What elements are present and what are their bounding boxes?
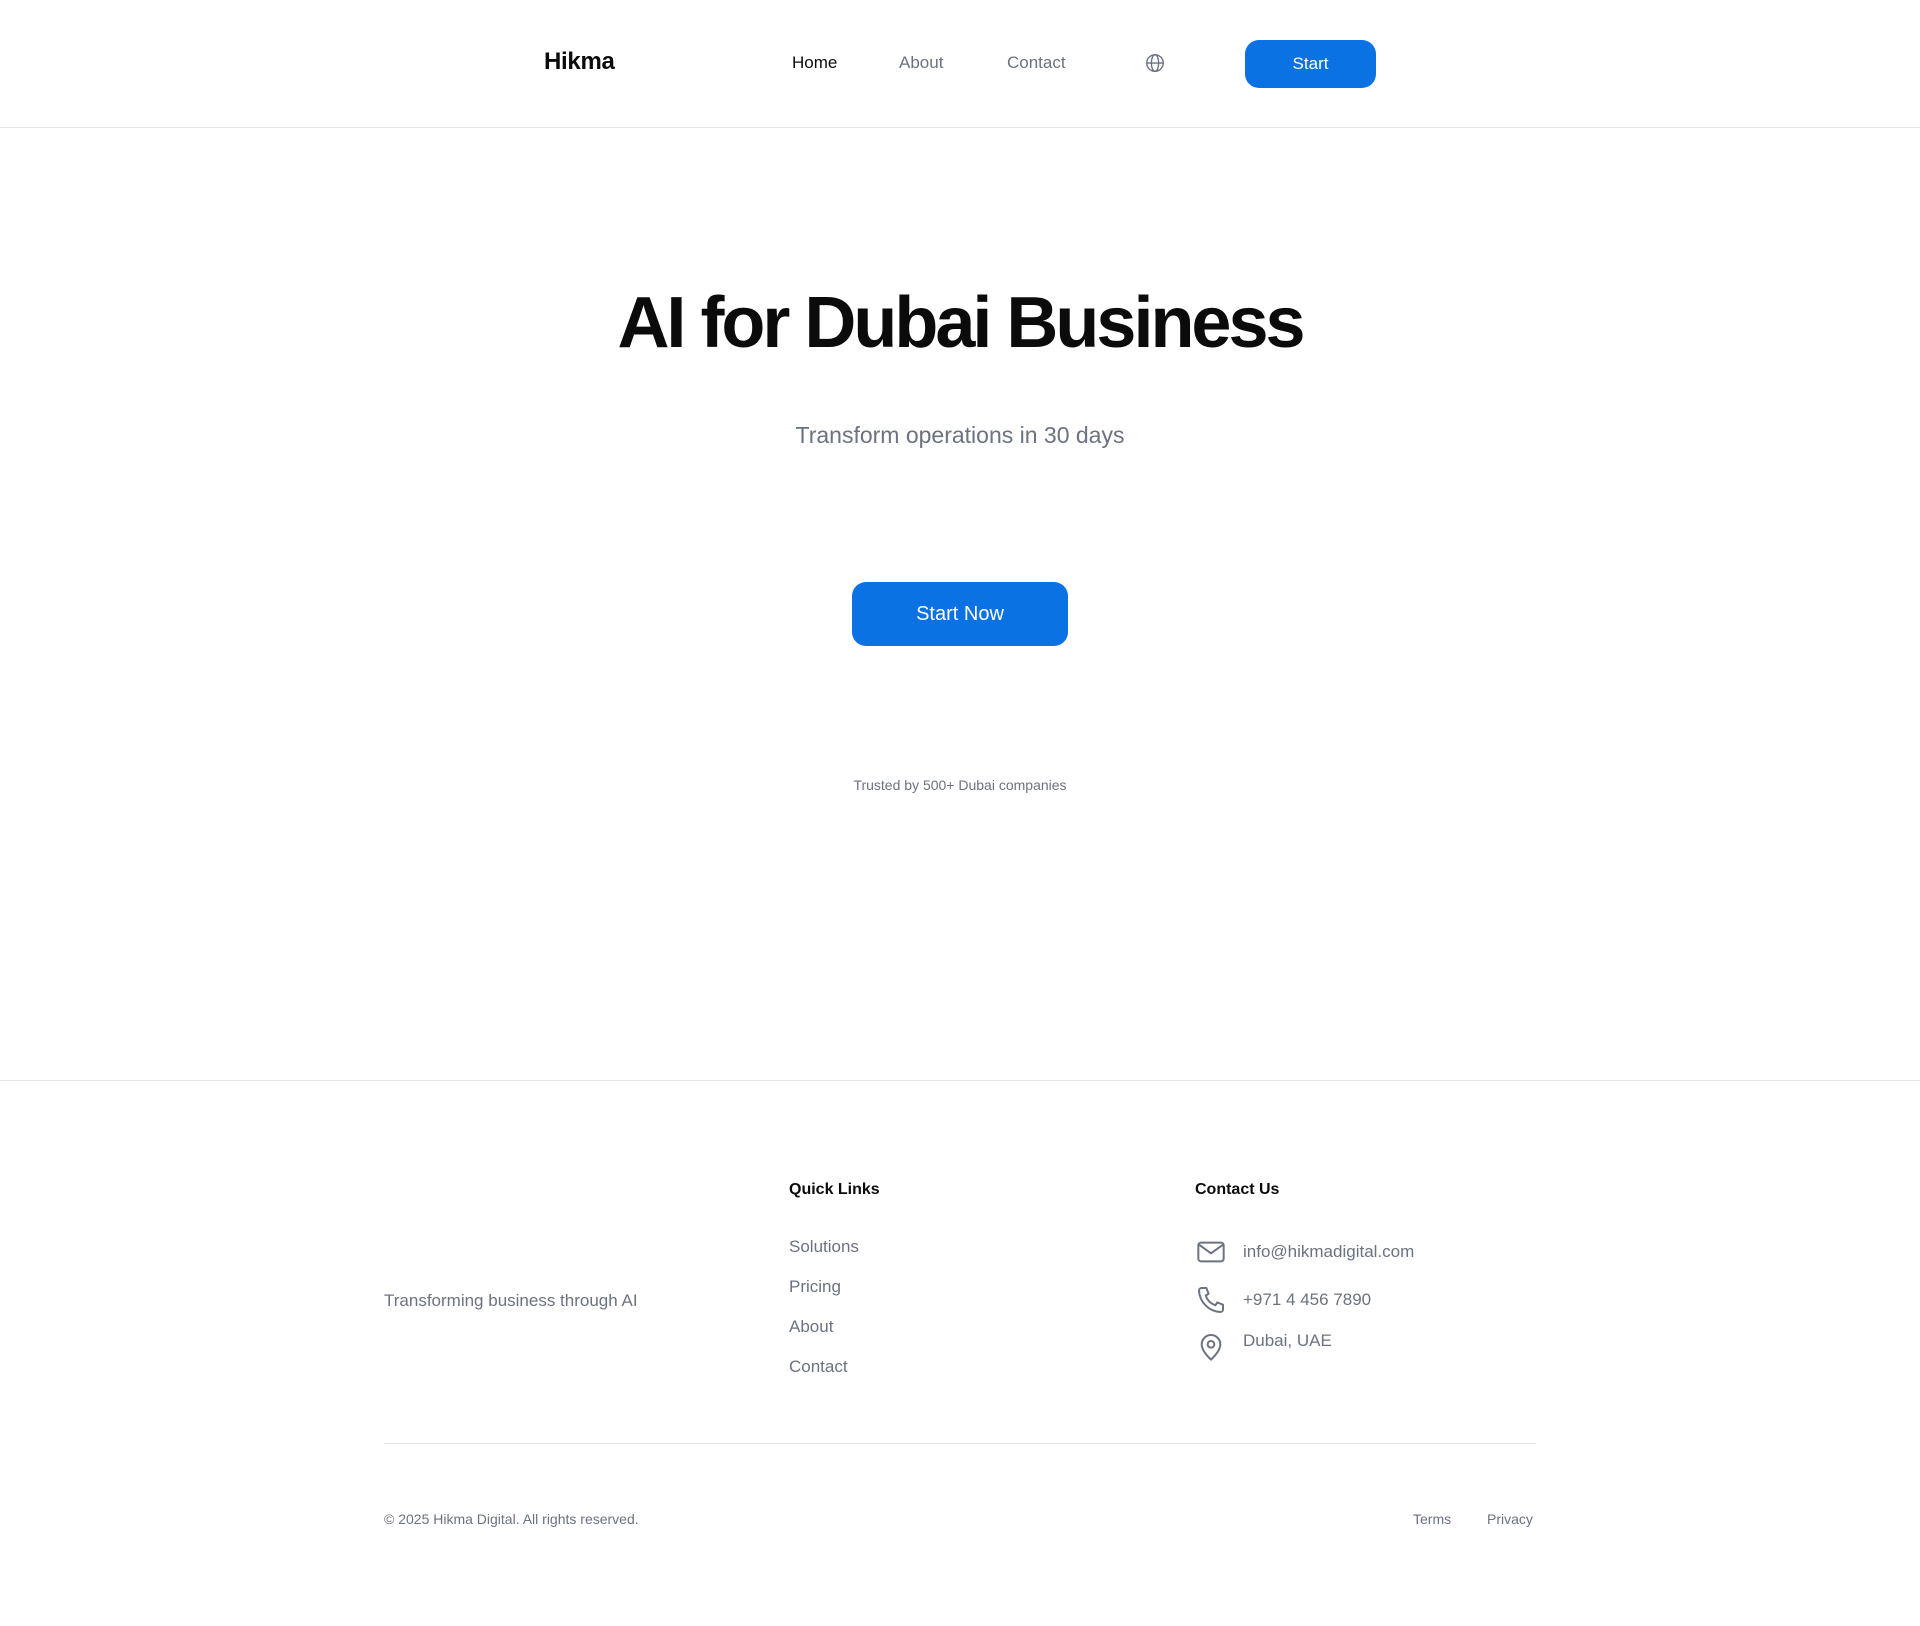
globe-icon[interactable] (1144, 52, 1166, 74)
site-header: Hikma Home About Contact Start (0, 0, 1920, 128)
contact-email: info@hikmadigital.com (1195, 1236, 1414, 1268)
footer-tagline: Transforming business through AI (384, 1291, 638, 1310)
quick-links-list: Solutions Pricing About Contact (789, 1237, 859, 1397)
nav-home[interactable]: Home (792, 53, 837, 73)
contact-phone: +971 4 456 7890 (1195, 1284, 1371, 1316)
footer-divider (384, 1443, 1536, 1444)
location-text: Dubai, UAE (1243, 1331, 1332, 1350)
start-button[interactable]: Start (1245, 40, 1376, 88)
location-pin-icon (1195, 1331, 1227, 1363)
nav-contact[interactable]: Contact (1007, 53, 1066, 73)
quick-links-heading: Quick Links (789, 1181, 880, 1198)
logo[interactable]: Hikma (544, 48, 615, 76)
start-now-button[interactable]: Start Now (852, 582, 1068, 646)
hero-subtitle: Transform operations in 30 days (795, 422, 1125, 448)
email-text[interactable]: info@hikmadigital.com (1243, 1242, 1414, 1262)
contact-us-heading: Contact Us (1195, 1181, 1280, 1198)
phone-icon (1195, 1284, 1227, 1316)
site-footer: Transforming business through AI Quick L… (0, 1080, 1920, 1626)
mail-icon (1195, 1236, 1227, 1268)
nav-about[interactable]: About (899, 53, 943, 73)
quick-link-contact[interactable]: Contact (789, 1357, 859, 1397)
quick-link-pricing[interactable]: Pricing (789, 1277, 859, 1317)
hero-title: AI for Dubai Business (617, 283, 1305, 363)
terms-link[interactable]: Terms (1413, 1511, 1451, 1527)
copyright: © 2025 Hikma Digital. All rights reserve… (384, 1511, 639, 1527)
contact-location: Dubai, UAE (1195, 1331, 1332, 1363)
quick-link-solutions[interactable]: Solutions (789, 1237, 859, 1277)
phone-text[interactable]: +971 4 456 7890 (1243, 1290, 1371, 1310)
trusted-text: Trusted by 500+ Dubai companies (853, 777, 1067, 793)
quick-link-about[interactable]: About (789, 1317, 859, 1357)
privacy-link[interactable]: Privacy (1487, 1511, 1533, 1527)
